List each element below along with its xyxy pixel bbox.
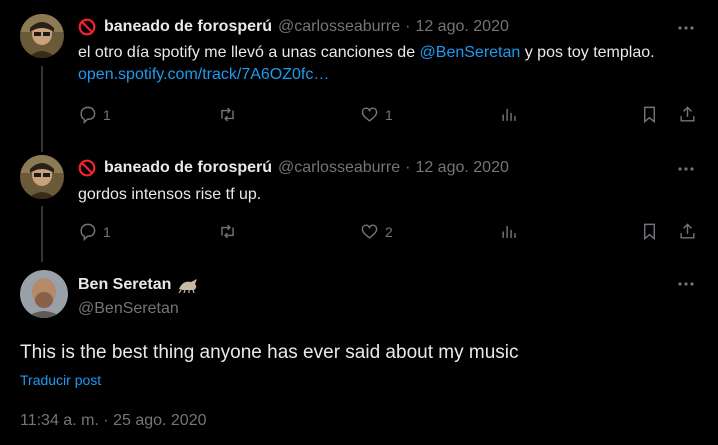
tweet-text: el otro día spotify me llevó a unas canc… [78, 42, 698, 86]
reply-icon [80, 106, 96, 124]
user-handle[interactable]: @BenSeretan [78, 300, 179, 318]
tweet-text-part: y pos toy templao. [520, 44, 655, 61]
more-icon[interactable] [676, 274, 696, 294]
tweet-actions: 1 1 [78, 105, 698, 129]
bookmark-icon [644, 223, 655, 241]
like-button[interactable]: 2 [360, 222, 393, 241]
like-count: 1 [385, 106, 393, 123]
tweet-text: gordos intensos rise tf up. [78, 186, 262, 203]
like-button[interactable]: 1 [360, 105, 393, 124]
spotify-link[interactable]: open.spotify.com/track/7A6OZ0fc… [78, 66, 329, 83]
bookmark-button[interactable] [640, 105, 659, 124]
display-name[interactable]: baneado de forosperú [104, 159, 272, 177]
display-name-text: Ben Seretan [78, 276, 172, 293]
separator-dot: · [405, 159, 411, 176]
retweet-button[interactable] [218, 222, 237, 241]
reply-icon [80, 223, 96, 241]
share-icon [680, 223, 695, 239]
avatar[interactable] [20, 270, 68, 318]
share-button[interactable] [678, 105, 697, 124]
bookmark-icon [644, 106, 655, 124]
views-button[interactable] [500, 105, 519, 124]
like-count: 2 [385, 223, 393, 240]
retweet-button[interactable] [218, 105, 237, 124]
reply-count: 1 [103, 106, 111, 123]
tweet-text-part: el otro día spotify me llevó a unas canc… [78, 44, 420, 61]
reply-count: 1 [103, 223, 111, 240]
avatar[interactable] [20, 14, 64, 58]
like-icon [361, 224, 378, 239]
tweet-text: This is the best thing anyone has ever s… [20, 342, 519, 363]
ban-icon [78, 18, 96, 36]
views-icon [502, 225, 516, 238]
user-handle[interactable]: @carlosseaburre [278, 159, 400, 177]
more-icon[interactable] [676, 18, 696, 38]
views-button[interactable] [500, 222, 519, 241]
separator-dot: · [405, 18, 411, 35]
share-icon [680, 106, 695, 122]
avatar[interactable] [20, 155, 64, 199]
tweet-date[interactable]: 12 ago. 2020 [415, 159, 508, 177]
bookmark-button[interactable] [640, 222, 659, 241]
reply-button[interactable]: 1 [78, 105, 111, 124]
retweet-icon [221, 107, 234, 122]
retweet-icon [221, 224, 234, 239]
user-handle[interactable]: @carlosseaburre [278, 18, 400, 36]
tweet-2[interactable]: baneado de forosperú @carlosseaburre · 1… [0, 155, 718, 255]
translate-link[interactable]: Traducir post [20, 372, 101, 388]
mention-link[interactable]: @BenSeretan [420, 44, 521, 61]
ban-icon [78, 159, 96, 177]
tweet-timestamp[interactable]: 11:34 a. m. · 25 ago. 2020 [20, 412, 207, 430]
tweet-actions: 1 2 [78, 222, 698, 246]
share-button[interactable] [678, 222, 697, 241]
more-icon[interactable] [676, 159, 696, 179]
tweet-header: baneado de forosperú @carlosseaburre · 1… [78, 16, 509, 38]
tweet-header: baneado de forosperú @carlosseaburre · 1… [78, 157, 509, 179]
tweet-date[interactable]: 12 ago. 2020 [415, 18, 508, 36]
crab-emoji-icon [177, 277, 199, 293]
views-icon [502, 108, 516, 121]
tweet-1[interactable]: baneado de forosperú @carlosseaburre · 1… [0, 14, 718, 134]
like-icon [361, 107, 378, 122]
main-tweet: Ben Seretan @BenSeretan This is the best… [0, 270, 718, 445]
reply-button[interactable]: 1 [78, 222, 111, 241]
display-name[interactable]: Ben Seretan [78, 276, 199, 294]
display-name[interactable]: baneado de forosperú [104, 18, 272, 36]
